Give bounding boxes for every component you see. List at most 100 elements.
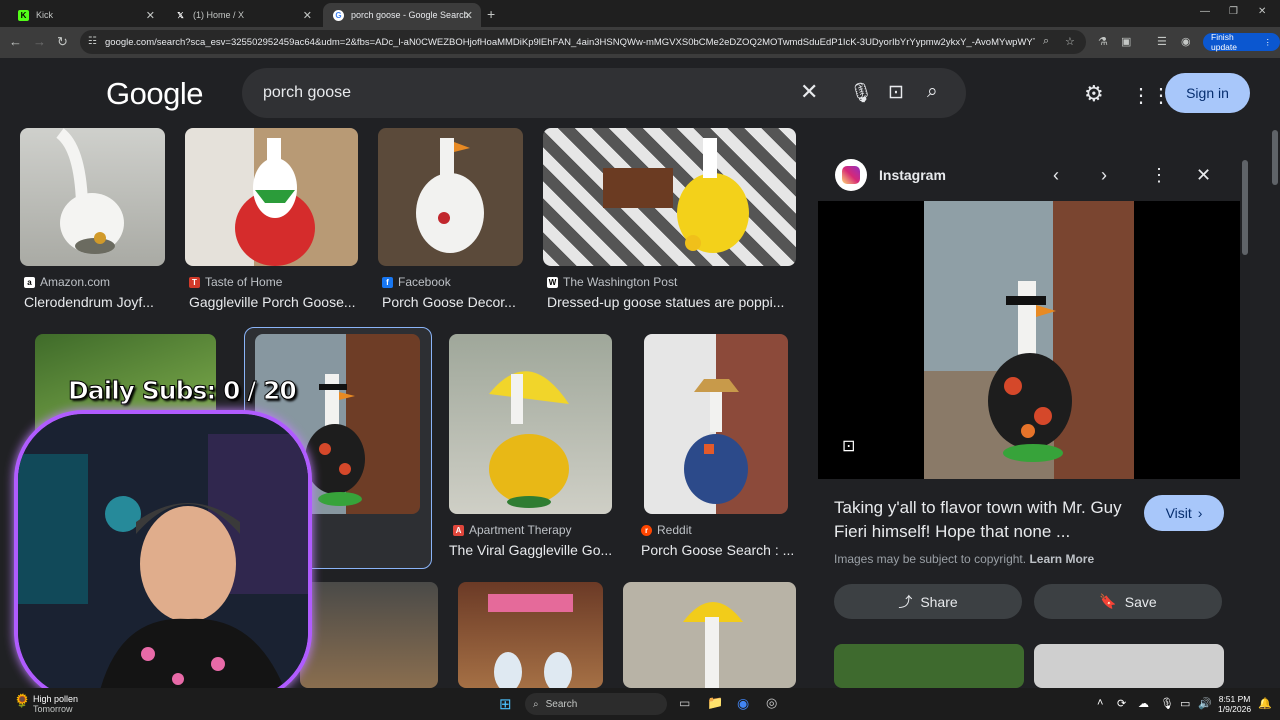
goose-hawaiian-shirt-large-image <box>924 201 1134 479</box>
reddit-icon: r <box>641 524 652 536</box>
microphone-tray-icon[interactable]: 🎙 <box>1160 697 1174 710</box>
source-label: Apartment Therapy <box>469 523 572 537</box>
notifications-icon[interactable]: 🔔 <box>1258 697 1272 710</box>
cloud-icon[interactable]: ☁ <box>1138 697 1149 710</box>
restore-icon[interactable]: ❐ <box>1229 6 1238 17</box>
result-source-7[interactable]: A Apartment Therapy <box>453 523 572 537</box>
file-explorer-icon[interactable]: 📁 <box>707 695 723 711</box>
next-arrow-icon[interactable]: › <box>1101 165 1107 186</box>
visit-button[interactable]: Visit › <box>1144 495 1224 531</box>
result-image-2[interactable] <box>185 128 358 266</box>
search-input[interactable]: porch goose <box>263 84 351 102</box>
goose-raincoat-image <box>603 138 749 253</box>
save-button[interactable]: 🔖 Save <box>1034 584 1222 619</box>
reading-list-icon[interactable]: ☰ <box>1157 35 1167 48</box>
result-image-9[interactable] <box>300 582 438 688</box>
close-panel-icon[interactable]: ✕ <box>1196 165 1211 186</box>
page-scrollbar[interactable] <box>1272 130 1278 185</box>
close-tab-icon[interactable]: ✕ <box>303 9 312 22</box>
minimize-icon[interactable]: — <box>1200 6 1210 17</box>
google-logo[interactable]: Google <box>106 76 203 112</box>
tab-strip: K Kick ✕ 𝕏 (1) Home / X ✕ G porch goose … <box>0 0 1280 27</box>
task-view-icon[interactable]: ▭ <box>679 696 690 710</box>
bookmark-star-icon[interactable]: ☆ <box>1065 35 1075 48</box>
extensions-icon[interactable]: ⚗ <box>1098 35 1108 48</box>
tray-overflow-icon[interactable]: ˄ <box>1097 697 1103 709</box>
result-source-4[interactable]: W The Washington Post <box>547 275 677 289</box>
settings-gear-icon[interactable]: ⚙ <box>1084 81 1104 107</box>
result-image-4[interactable] <box>543 128 796 266</box>
result-source-1[interactable]: a Amazon.com <box>24 275 110 289</box>
search-box[interactable]: porch goose ✕ 🎙 ⊡ ⌕ <box>242 68 966 118</box>
microphone-icon[interactable]: 🎙 <box>849 81 873 105</box>
cast-icon[interactable]: ▣ <box>1121 35 1131 48</box>
address-bar[interactable]: ☷ google.com/search?sca_esv=325502952459… <box>80 30 1086 54</box>
finish-update-button[interactable]: Finish update ⋮ <box>1203 32 1280 52</box>
result-source-8[interactable]: r Reddit <box>641 523 692 537</box>
obs-icon[interactable]: ◎ <box>766 695 777 711</box>
wifi-icon[interactable]: ▭ <box>1180 697 1190 710</box>
url-text: google.com/search?sca_esv=325502952459ac… <box>105 36 1035 48</box>
apartment-therapy-icon: A <box>453 524 464 536</box>
profile-icon[interactable]: ◉ <box>1181 35 1191 48</box>
streamer-webcam-image <box>18 414 308 698</box>
result-image-7[interactable] <box>449 334 612 514</box>
close-tab-icon[interactable]: ✕ <box>464 9 473 22</box>
camera-lens-icon[interactable]: ⊡ <box>888 81 904 104</box>
result-source-3[interactable]: f Facebook <box>382 275 451 289</box>
previous-arrow-icon[interactable]: ‹ <box>1053 165 1059 186</box>
share-icon: ⤴ <box>898 593 913 610</box>
preview-image[interactable] <box>818 201 1240 479</box>
clear-search-icon[interactable]: ✕ <box>800 79 818 105</box>
tab-x[interactable]: 𝕏 (1) Home / X ✕ <box>165 3 320 27</box>
sign-in-button[interactable]: Sign in <box>1165 73 1250 113</box>
result-image-3[interactable] <box>378 128 523 266</box>
visit-label: Visit <box>1165 505 1192 521</box>
taskbar-search[interactable]: ⌕ Search <box>525 693 667 715</box>
clock-time: 8:51 PM <box>1218 694 1251 704</box>
tab-google-search[interactable]: G porch goose - Google Search ✕ <box>323 3 481 27</box>
webcam-overlay <box>14 410 312 702</box>
close-window-icon[interactable]: ✕ <box>1258 6 1266 17</box>
tab-kick[interactable]: K Kick ✕ <box>8 3 163 27</box>
reload-icon[interactable]: ↻ <box>57 34 68 50</box>
volume-icon[interactable]: 🔊 <box>1198 697 1212 710</box>
result-image-1[interactable] <box>20 128 165 266</box>
weather-widget[interactable]: 🌻 High pollen Tomorrow <box>14 694 78 714</box>
result-source-2[interactable]: T Taste of Home <box>189 275 282 289</box>
search-icon[interactable]: ⌕ <box>927 81 938 103</box>
geese-sign-image <box>488 594 573 688</box>
result-title-3[interactable]: Porch Goose Decor... <box>382 294 516 310</box>
result-image-8[interactable] <box>644 334 788 514</box>
back-icon[interactable]: ← <box>9 34 22 49</box>
taste-of-home-icon: T <box>189 276 200 288</box>
result-title-4[interactable]: Dressed-up goose statues are poppi... <box>547 294 784 310</box>
result-image-10[interactable] <box>458 582 603 688</box>
chrome-icon[interactable]: ◉ <box>737 695 749 712</box>
google-icon: G <box>333 9 344 21</box>
new-tab-icon[interactable]: + <box>487 6 495 22</box>
visual-search-lens-icon[interactable]: ⊡ <box>842 436 862 456</box>
result-title-8[interactable]: Porch Goose Search : ... <box>641 542 794 558</box>
source-label: Taste of Home <box>205 275 283 289</box>
related-image-1[interactable] <box>834 644 1024 688</box>
system-clock[interactable]: 8:51 PM 1/9/2026 <box>1218 694 1251 714</box>
zoom-icon[interactable]: ⌕ <box>1043 35 1049 48</box>
panel-source-name[interactable]: Instagram <box>879 167 946 183</box>
panel-title[interactable]: Taking y'all to flavor town with Mr. Guy… <box>834 496 1134 544</box>
result-title-7[interactable]: The Viral Gaggleville Go... <box>449 542 612 558</box>
close-tab-icon[interactable]: ✕ <box>146 9 155 22</box>
sync-icon[interactable]: ⟳ <box>1117 697 1126 710</box>
more-options-icon[interactable]: ⋮ <box>1150 165 1168 186</box>
windows-start-icon[interactable]: ⊞ <box>499 695 512 713</box>
related-image-2[interactable] <box>1034 644 1224 688</box>
result-image-11[interactable] <box>623 582 796 688</box>
result-title-1[interactable]: Clerodendrum Joyf... <box>24 294 154 310</box>
site-info-icon[interactable]: ☷ <box>88 36 97 47</box>
panel-scrollbar[interactable] <box>1242 160 1248 255</box>
learn-more-link[interactable]: Learn More <box>1029 552 1094 566</box>
forward-icon[interactable]: → <box>33 34 46 49</box>
share-button[interactable]: ⤴ Share <box>834 584 1022 619</box>
result-title-2[interactable]: Gaggleville Porch Goose... <box>189 294 356 310</box>
goose-yellow-hat-image <box>683 602 743 688</box>
